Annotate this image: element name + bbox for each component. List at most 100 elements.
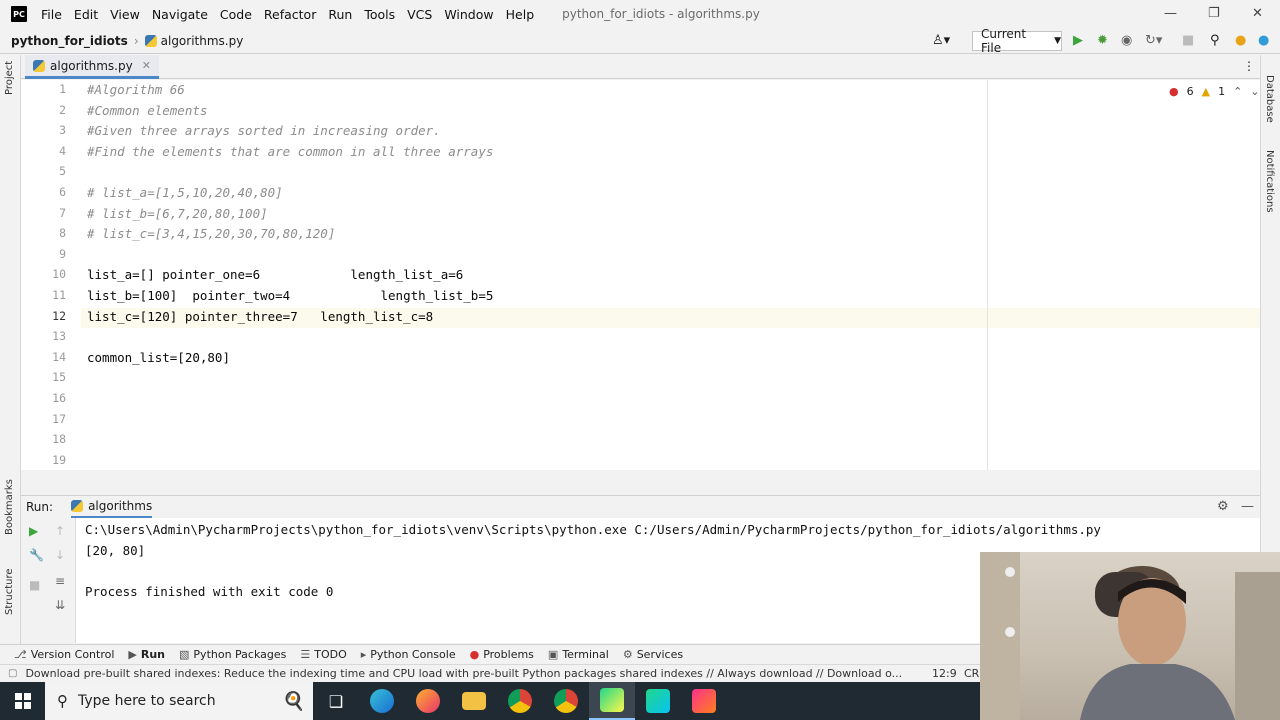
line-number[interactable]: 10 — [21, 267, 66, 281]
pycharm-app-icon[interactable] — [589, 682, 635, 720]
tool-tab-python-packages[interactable]: ▧ Python Packages — [179, 648, 286, 661]
wrench-icon[interactable]: 🔧 — [29, 548, 44, 562]
edge-browser-icon[interactable] — [359, 682, 405, 720]
settings-gear-icon[interactable]: ⚙ — [1217, 499, 1229, 514]
chevron-up-icon[interactable]: ⌃ — [1233, 85, 1242, 98]
code-line[interactable]: # list_a=[1,5,10,20,40,80] — [87, 185, 283, 200]
updates-icon[interactable]: ● — [1235, 33, 1246, 48]
code-editor[interactable]: 1 2 3 4 5 6 7 8 9 10 11 12 13 14 15 16 17 18 19 #Algorithm… — [21, 80, 1260, 470]
debug-icon[interactable]: ✹ — [1097, 33, 1108, 48]
code-line[interactable]: #Find the elements that are common in al… — [87, 144, 493, 159]
tool-tab-todo[interactable]: ☰ TODO — [300, 648, 346, 661]
tool-tab-version-control[interactable]: ⎇ Version Control — [14, 648, 114, 661]
code-line[interactable]: #Algorithm 66 — [87, 82, 185, 97]
task-view-icon[interactable]: ❑ — [313, 682, 359, 720]
chrome-browser-2-icon[interactable] — [543, 682, 589, 720]
caret-position[interactable]: 12:9 — [932, 667, 957, 680]
line-number[interactable]: 17 — [21, 412, 66, 426]
pycharm-edu-app-icon[interactable] — [635, 682, 681, 720]
stop-icon[interactable]: ■ — [1182, 33, 1194, 48]
line-number[interactable]: 13 — [21, 329, 66, 343]
scroll-down-icon[interactable]: ↓ — [55, 548, 65, 562]
line-number[interactable]: 11 — [21, 288, 66, 302]
minimize-icon[interactable]: — — [1164, 6, 1177, 21]
menu-edit[interactable]: Edit — [74, 7, 98, 22]
breadcrumb-project[interactable]: python_for_idiots — [11, 34, 128, 48]
status-message[interactable]: Download pre-built shared indexes: Reduc… — [25, 667, 905, 680]
line-number[interactable]: 2 — [21, 103, 66, 117]
hide-panel-icon[interactable]: — — [1241, 499, 1254, 514]
code-line[interactable]: #Given three arrays sorted in increasing… — [87, 123, 441, 138]
file-explorer-icon[interactable] — [451, 682, 497, 720]
code-line[interactable]: # list_c=[3,4,15,20,30,70,80,120] — [87, 226, 335, 241]
line-number[interactable]: 14 — [21, 350, 66, 364]
tool-tab-services[interactable]: ⚙ Services — [623, 648, 683, 661]
menu-vcs[interactable]: VCS — [407, 7, 432, 22]
line-number[interactable]: 9 — [21, 247, 66, 261]
search-icon[interactable]: ⚲ — [1210, 33, 1220, 48]
line-number[interactable]: 3 — [21, 123, 66, 137]
jetbrains-app-icon[interactable] — [681, 682, 727, 720]
soft-wrap-icon[interactable]: ≡ — [55, 574, 65, 588]
line-number[interactable]: 19 — [21, 453, 66, 467]
code-line[interactable]: #Common elements — [87, 103, 207, 118]
code-line[interactable]: common_list=[20,80] — [87, 350, 230, 365]
inspection-widget[interactable]: ● 6 ▲ 1 ⌃ ⌄ — [1169, 85, 1260, 98]
tool-tab-python-console[interactable]: ▸ Python Console — [361, 648, 456, 661]
structure-tool-tab[interactable]: Structure — [4, 568, 15, 615]
code-line[interactable]: # list_b=[6,7,20,80,100] — [87, 206, 268, 221]
restore-icon[interactable]: ❐ — [1208, 6, 1220, 21]
more-tabs-icon[interactable]: ⋮ — [1243, 59, 1255, 73]
run-config-select[interactable]: Current File ▼ — [972, 27, 1062, 55]
close-tab-icon[interactable]: ✕ — [142, 59, 151, 72]
profile-icon[interactable]: ↻▾ — [1145, 33, 1162, 48]
menu-help[interactable]: Help — [506, 7, 535, 22]
line-number[interactable]: 12 — [21, 309, 66, 323]
scroll-to-end-icon[interactable]: ⇊ — [55, 598, 65, 612]
run-tab-algorithms[interactable]: algorithms — [71, 496, 153, 518]
run-icon[interactable]: ▶ — [1073, 33, 1083, 48]
code-line[interactable]: list_a=[] pointer_one=6 length_list_a=6 — [87, 267, 463, 282]
tab-algorithms[interactable]: algorithms.py ✕ — [25, 55, 159, 79]
code-line[interactable]: list_b=[100] pointer_two=4 length_list_b… — [87, 288, 493, 303]
chevron-down-icon[interactable]: ⌄ — [1250, 85, 1259, 98]
tool-tab-problems[interactable]: ● Problems — [470, 648, 534, 661]
menu-run[interactable]: Run — [328, 7, 352, 22]
line-number[interactable]: 15 — [21, 370, 66, 384]
notifications-tool-tab[interactable]: Notifications — [1264, 150, 1275, 213]
status-panel-icon[interactable]: ▢ — [8, 668, 17, 679]
tool-tab-terminal[interactable]: ▣ Terminal — [548, 648, 609, 661]
line-number[interactable]: 18 — [21, 432, 66, 446]
menu-window[interactable]: Window — [444, 7, 493, 22]
line-number[interactable]: 16 — [21, 391, 66, 405]
coverage-icon[interactable]: ◉ — [1121, 33, 1132, 48]
tool-tab-run[interactable]: ▶ Run — [128, 648, 165, 661]
menu-refactor[interactable]: Refactor — [264, 7, 316, 22]
firefox-browser-icon[interactable] — [405, 682, 451, 720]
chrome-browser-icon[interactable] — [497, 682, 543, 720]
code-line[interactable]: list_c=[120] pointer_three=7 length_list… — [87, 309, 433, 324]
project-tool-tab[interactable]: Project — [4, 61, 15, 95]
menu-file[interactable]: File — [41, 7, 62, 22]
rerun-icon[interactable]: ▶ — [29, 524, 38, 538]
menu-code[interactable]: Code — [220, 7, 252, 22]
line-number[interactable]: 5 — [21, 164, 66, 178]
menu-tools[interactable]: Tools — [364, 7, 395, 22]
line-number[interactable]: 1 — [21, 82, 66, 96]
menu-navigate[interactable]: Navigate — [152, 7, 208, 22]
line-number[interactable]: 7 — [21, 206, 66, 220]
stop-run-icon[interactable]: ■ — [29, 578, 40, 592]
taskbar-search-box[interactable]: ⚲ Type here to search 🍳 — [45, 682, 313, 720]
plugin-icon[interactable]: ● — [1258, 33, 1269, 48]
breadcrumb-file[interactable]: algorithms.py — [144, 34, 243, 48]
user-icon[interactable]: ♙▾ — [932, 33, 950, 48]
scroll-up-icon[interactable]: ↑ — [55, 524, 65, 538]
line-number[interactable]: 6 — [21, 185, 66, 199]
line-number[interactable]: 4 — [21, 144, 66, 158]
menu-view[interactable]: View — [110, 7, 140, 22]
bookmarks-tool-tab[interactable]: Bookmarks — [4, 479, 15, 535]
database-tool-tab[interactable]: Database — [1264, 75, 1275, 123]
line-number[interactable]: 8 — [21, 226, 66, 240]
close-window-icon[interactable]: ✕ — [1252, 6, 1263, 21]
windows-start-icon[interactable] — [0, 682, 45, 720]
